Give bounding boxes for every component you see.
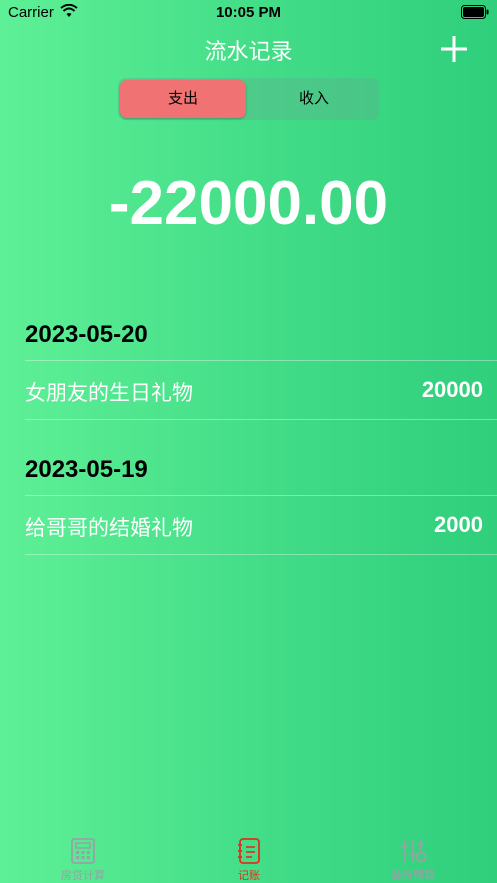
page-title: 流水记录 <box>204 39 293 64</box>
add-button[interactable] <box>439 34 469 64</box>
record-row[interactable]: 给哥哥的结婚礼物 2000 <box>25 495 497 555</box>
group-date: 2023-05-20 <box>25 321 148 348</box>
tab-label: 记账 <box>238 870 260 882</box>
status-bar: Carrier 10:05 PM <box>0 0 497 26</box>
tab-bookkeeping[interactable]: 记账 <box>189 833 309 883</box>
record-amount: 2000 <box>434 512 483 537</box>
tab-label: 装修预算 <box>391 870 435 882</box>
status-time: 10:05 PM <box>215 4 282 21</box>
record-description: 女朋友的生日礼物 <box>25 382 193 405</box>
tab-renovation-budget[interactable]: 装修预算 <box>353 833 473 883</box>
total-amount: -22000.00 <box>108 169 389 238</box>
plus-icon <box>441 36 467 62</box>
segment-income[interactable]: 收入 <box>251 80 377 118</box>
battery-icon <box>461 5 489 24</box>
record-description: 给哥哥的结婚礼物 <box>25 517 193 540</box>
tab-mortgage-calc[interactable]: 房贷计算 <box>23 833 143 883</box>
segment-expense[interactable]: 支出 <box>120 80 246 118</box>
calculator-icon <box>71 837 95 865</box>
type-segmented-control: 支出 收入 <box>118 78 379 120</box>
tab-bar: 房贷计算 记账 装修预算 <box>0 833 497 883</box>
record-row[interactable]: 女朋友的生日礼物 20000 <box>25 360 497 420</box>
tab-label: 房贷计算 <box>61 870 105 882</box>
record-amount: 20000 <box>421 377 483 402</box>
group-date: 2023-05-19 <box>25 456 148 483</box>
ledger-icon <box>237 837 261 865</box>
tools-icon <box>401 837 427 865</box>
